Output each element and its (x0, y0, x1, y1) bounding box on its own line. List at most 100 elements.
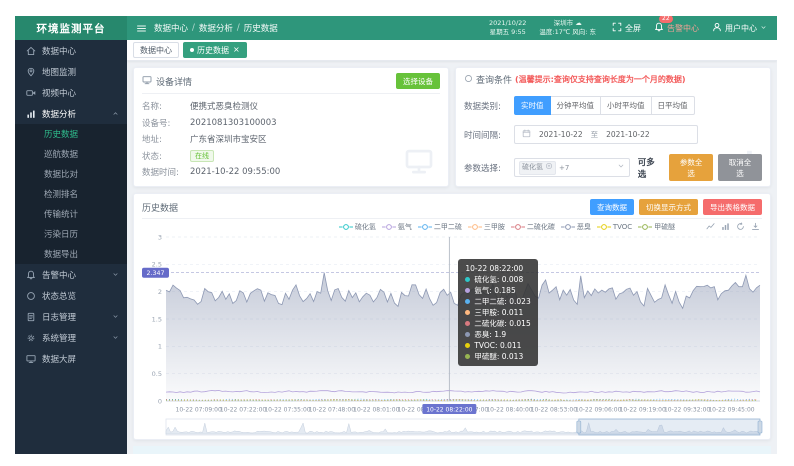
legend-item-label: 恶臭 (577, 222, 591, 232)
sidebar-item[interactable]: 日志管理 (15, 306, 127, 327)
sidebar-item[interactable]: 系统管理 (15, 327, 127, 348)
legend-marker-icon (418, 223, 432, 231)
user-center-button[interactable]: 用户中心 (712, 22, 767, 34)
sidebar-item[interactable]: 地图监测 (15, 61, 127, 82)
sidebar-item[interactable]: 数据中心 (15, 40, 127, 61)
data-category-button[interactable]: 日平均值 (652, 96, 695, 115)
fullscreen-icon (612, 22, 622, 32)
tab-bar: 数据中心 历史数据 × (127, 40, 777, 61)
menu-collapse-icon[interactable] (136, 23, 147, 34)
select-device-button[interactable]: 选择设备 (396, 73, 440, 89)
sidebar-subitem[interactable]: 巡航数据 (15, 144, 127, 164)
bell-icon (26, 270, 36, 280)
legend-item[interactable]: 硫化氢 (339, 222, 376, 232)
breadcrumb-item[interactable]: 历史数据 (244, 22, 278, 34)
sidebar-item-label: 告警中心 (42, 269, 76, 281)
device-panel-title: 设备详情 (156, 75, 192, 88)
date-range-input[interactable]: 2021-10-22 至 2021-10-22 (514, 125, 698, 144)
sidebar-item-label: 数据大屏 (42, 353, 76, 365)
screen-icon (26, 354, 36, 364)
cancel-all-params-button[interactable]: 取消全选 (718, 154, 762, 181)
caret-down-icon (760, 24, 767, 33)
device-field-label: 名称: (142, 100, 190, 112)
fullscreen-label: 全屏 (625, 23, 641, 34)
circle-icon (464, 74, 473, 86)
chart-action-button[interactable]: 切换显示方式 (639, 199, 698, 215)
sidebar-subitem[interactable]: 数据比对 (15, 164, 127, 184)
bell-icon (654, 22, 664, 32)
breadcrumb-item[interactable]: 数据中心 (154, 22, 188, 34)
history-chart[interactable]: 00.511.522.532.34710-22 07:09:0010-22 07… (142, 233, 762, 435)
tab-label: 历史数据 (197, 45, 229, 56)
monitor-icon (142, 75, 152, 88)
date-separator: 至 (591, 129, 599, 140)
sidebar-subitem[interactable]: 数据导出 (15, 244, 127, 264)
device-field-label: 地址: (142, 133, 190, 145)
download-tool-icon[interactable] (751, 222, 760, 231)
fullscreen-button[interactable]: 全屏 (609, 22, 641, 34)
video-icon (26, 88, 36, 98)
tab-close-icon[interactable]: × (233, 46, 240, 54)
line-tool-icon[interactable] (706, 222, 715, 231)
sidebar-item[interactable]: 告警中心 (15, 264, 127, 285)
sidebar-item[interactable]: 状态总览 (15, 285, 127, 306)
sidebar-subitem[interactable]: 传输统计 (15, 204, 127, 224)
sidebar-subitem-label: 历史数据 (44, 128, 78, 140)
data-category-button[interactable]: 小时平均值 (601, 96, 652, 115)
sidebar-item[interactable]: 数据分析 (15, 103, 127, 124)
legend-item[interactable]: 恶臭 (561, 222, 591, 232)
data-category-button[interactable]: 分钟平均值 (551, 96, 602, 115)
svg-text:1.5: 1.5 (152, 315, 162, 323)
sidebar-subitem[interactable]: 污染日历 (15, 224, 127, 244)
remove-tag-icon[interactable] (545, 162, 553, 170)
app-logo: 环境监测平台 (15, 16, 127, 40)
select-all-params-button[interactable]: 参数全选 (669, 154, 713, 181)
caret-down-icon (760, 24, 767, 31)
sidebar-subitem-label: 检测排名 (44, 188, 78, 200)
menu-collapse-icon[interactable] (136, 23, 147, 34)
chevron-down-icon (112, 334, 119, 341)
chevron-down-icon (112, 313, 119, 320)
sidebar-subitem-label: 传输统计 (44, 208, 78, 220)
tab[interactable]: 历史数据 × (183, 42, 247, 58)
chart-action-button[interactable]: 查询数据 (590, 199, 634, 215)
sidebar-item-label: 地图监测 (42, 66, 76, 78)
breadcrumb-item[interactable]: 数据分析 (199, 22, 233, 34)
svg-text:10-22 07:09:00: 10-22 07:09:00 (176, 407, 222, 414)
legend-marker-icon (561, 223, 575, 231)
legend-item-label: 甲硫醚 (654, 222, 675, 232)
legend-item[interactable]: 三甲胺 (468, 222, 505, 232)
monitor-watermark-icon (402, 146, 436, 180)
refresh-tool-icon[interactable] (736, 222, 745, 231)
sidebar-subitem[interactable]: 检测排名 (15, 184, 127, 204)
sidebar-item[interactable]: 视频中心 (15, 82, 127, 103)
sidebar-item[interactable]: 数据大屏 (15, 348, 127, 369)
chart-action-buttons: 查询数据切换显示方式导出表格数据 (590, 199, 762, 215)
legend-item[interactable]: 氨气 (382, 222, 412, 232)
legend-marker-icon (597, 223, 611, 231)
monitor-watermark-icon (402, 146, 436, 176)
bar-tool-icon[interactable] (721, 222, 730, 231)
tab[interactable]: 数据中心 (133, 42, 179, 58)
chart-action-button[interactable]: 导出表格数据 (703, 199, 762, 215)
legend-item[interactable]: 甲硫醚 (638, 222, 675, 232)
sidebar-item-label: 系统管理 (42, 332, 76, 344)
parameter-select[interactable]: 硫化氢 +7 (514, 158, 630, 177)
chevron-down-icon (617, 162, 625, 170)
svg-text:0: 0 (158, 397, 162, 405)
alarm-center-button[interactable]: 22 告警中心 (654, 22, 699, 34)
data-category-button[interactable]: 实时值 (514, 96, 551, 115)
svg-text:10-22 08:22:00: 10-22 08:22:00 (426, 406, 472, 413)
circle-icon (464, 74, 473, 83)
sidebar-subitem[interactable]: 历史数据 (15, 124, 127, 144)
sidebar-subitem-label: 数据导出 (44, 248, 78, 260)
chart-legend: 硫化氢氨气二甲二硫三甲胺二硫化碳 恶臭 TVOC 甲硫醚 (339, 222, 675, 232)
svg-text:3: 3 (158, 233, 162, 241)
legend-item[interactable]: TVOC (597, 222, 632, 232)
legend-item[interactable]: 二硫化碳 (511, 222, 555, 232)
device-detail-panel: 设备详情 选择设备 名称:便携式恶臭检测仪设备号:202108130310000… (133, 67, 449, 187)
footer-strip (133, 446, 771, 454)
chart-toolbox (706, 222, 760, 231)
legend-item[interactable]: 二甲二硫 (418, 222, 462, 232)
remove-tag-icon[interactable] (545, 162, 553, 174)
